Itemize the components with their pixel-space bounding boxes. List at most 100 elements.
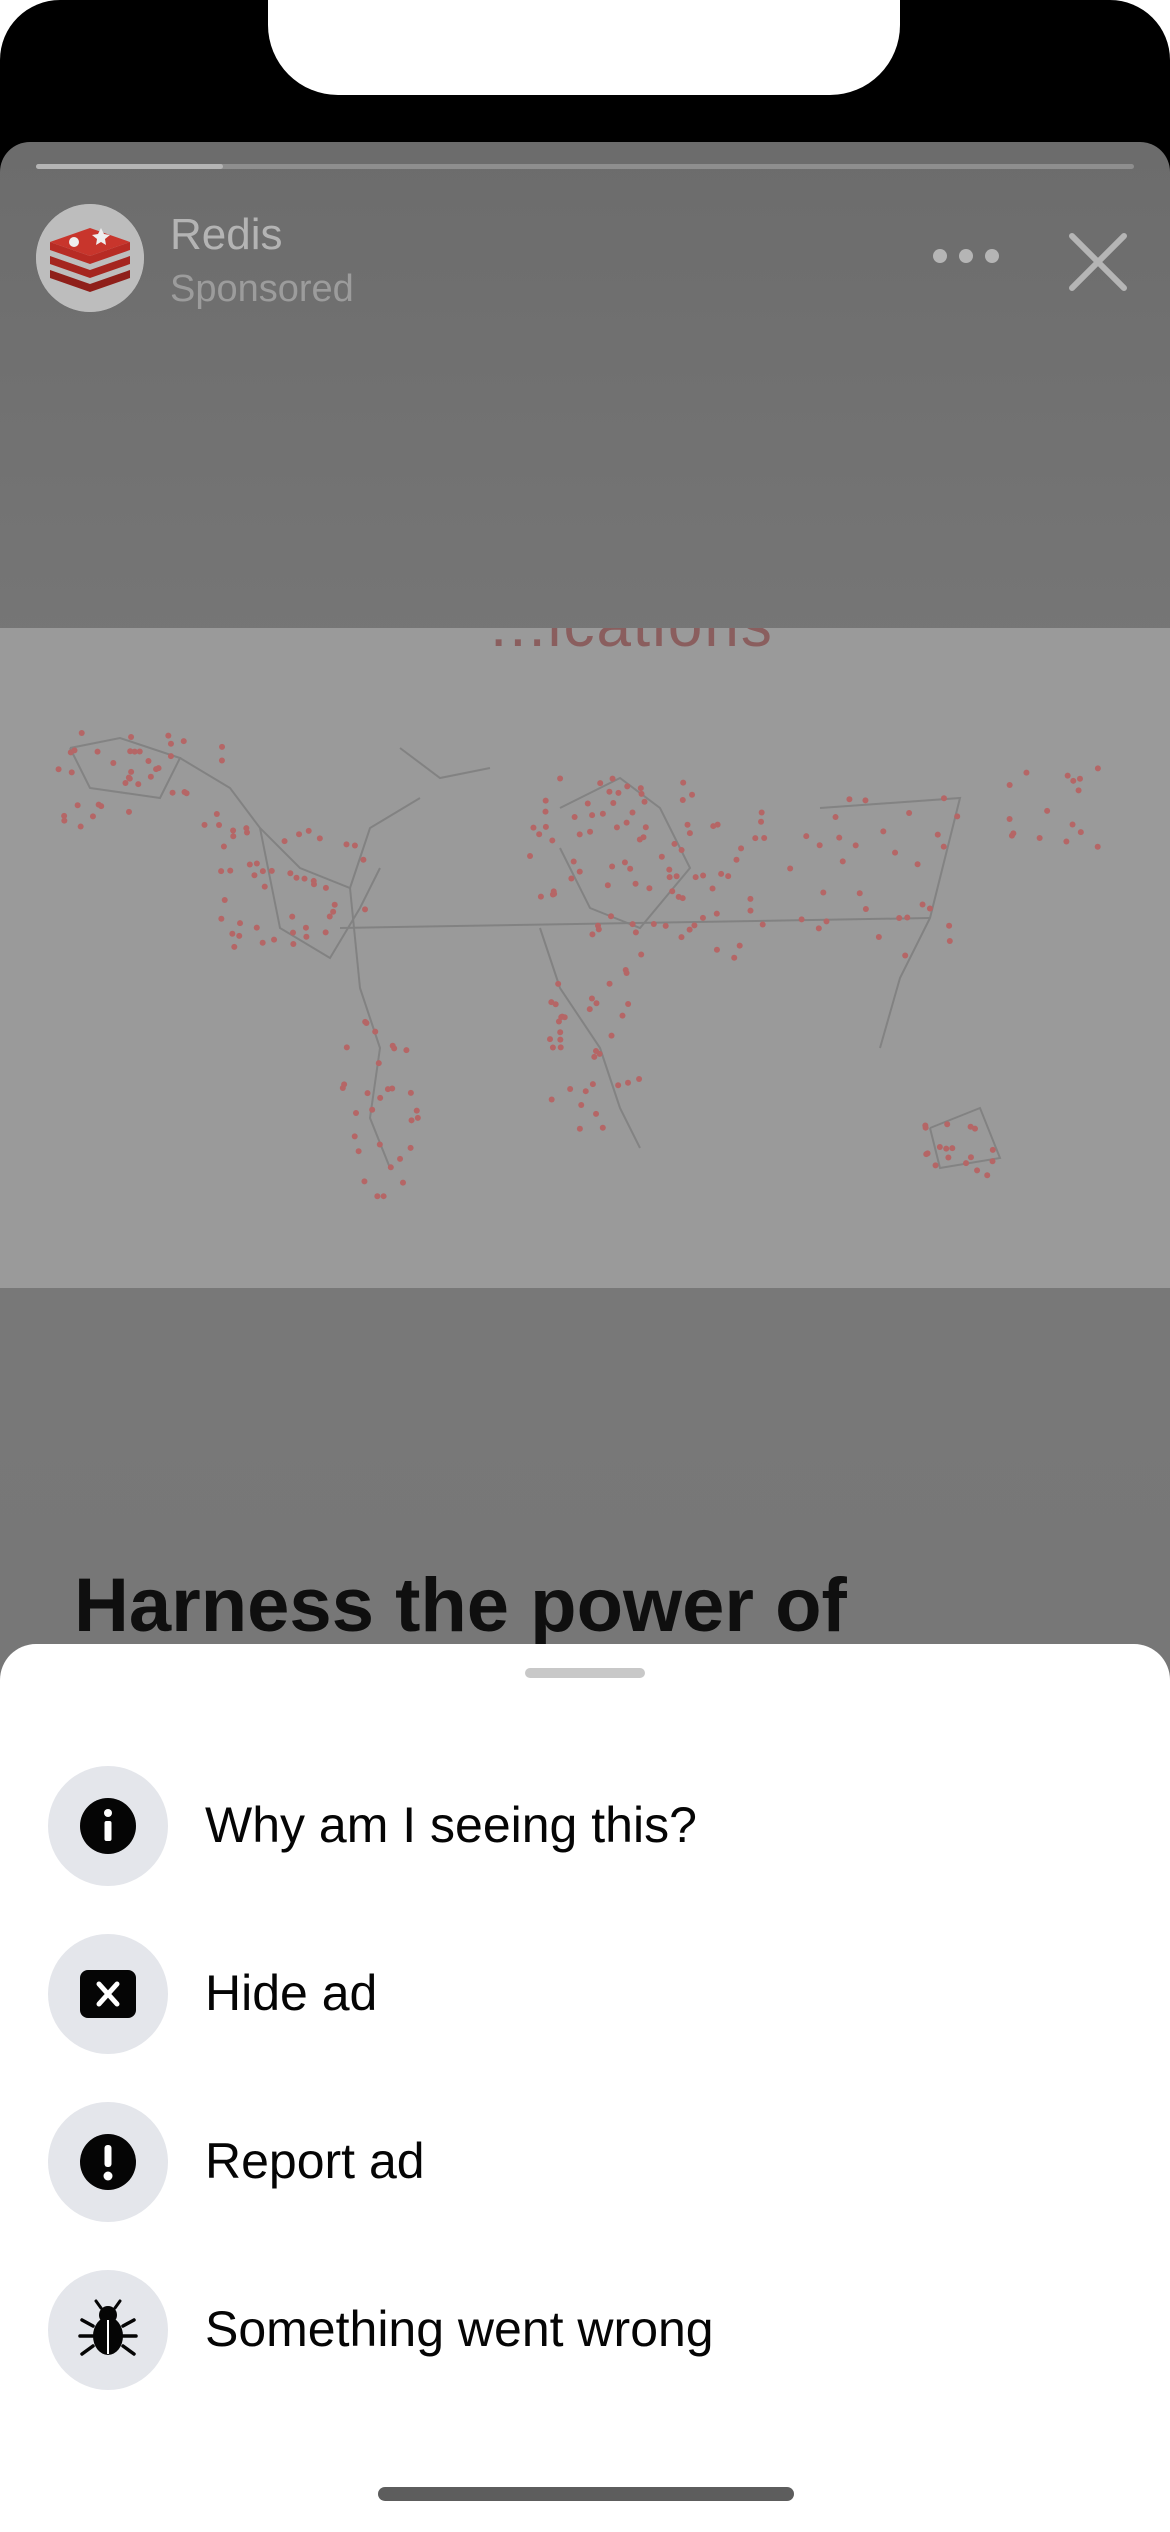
map-dot bbox=[570, 858, 577, 865]
map-dot bbox=[669, 888, 676, 895]
map-dot bbox=[946, 937, 953, 944]
sheet-grabber[interactable] bbox=[525, 1668, 645, 1678]
map-dot bbox=[361, 1178, 368, 1185]
map-dot bbox=[231, 943, 238, 950]
map-dot bbox=[1094, 765, 1101, 772]
map-dot bbox=[230, 827, 237, 834]
more-options-button[interactable] bbox=[928, 228, 1004, 284]
map-dot bbox=[408, 1117, 415, 1124]
map-dot bbox=[671, 840, 678, 847]
map-dot bbox=[1010, 830, 1017, 837]
map-dot bbox=[621, 859, 628, 866]
map-dot bbox=[322, 929, 329, 936]
map-dot bbox=[527, 852, 534, 859]
advertiser-name[interactable]: Redis bbox=[170, 210, 283, 260]
map-dot bbox=[413, 1107, 420, 1114]
map-dot bbox=[586, 1006, 593, 1013]
map-dot bbox=[662, 922, 669, 929]
menu-item-label: Report ad bbox=[205, 2133, 425, 2189]
map-dot bbox=[537, 893, 544, 900]
map-dot bbox=[1006, 781, 1013, 788]
map-dot bbox=[293, 874, 300, 881]
map-dot bbox=[220, 843, 227, 850]
map-dot bbox=[310, 881, 317, 888]
map-dot bbox=[61, 817, 68, 824]
map-dot bbox=[758, 818, 765, 825]
map-dot bbox=[68, 769, 75, 776]
map-dot bbox=[243, 825, 250, 832]
map-dot bbox=[589, 812, 596, 819]
status-bar bbox=[0, 0, 1170, 145]
map-dot bbox=[384, 1086, 391, 1093]
story-progress-fill bbox=[36, 164, 223, 169]
map-dot bbox=[709, 885, 716, 892]
map-dot bbox=[608, 1032, 615, 1039]
map-dot bbox=[218, 757, 225, 764]
map-dot bbox=[906, 810, 913, 817]
map-dot bbox=[922, 1122, 929, 1129]
map-dot bbox=[642, 824, 649, 831]
map-dot bbox=[78, 730, 85, 737]
map-dot bbox=[944, 1121, 951, 1128]
map-dot bbox=[576, 1125, 583, 1132]
map-dot bbox=[684, 821, 691, 828]
map-dot bbox=[557, 1029, 564, 1036]
map-dot bbox=[584, 800, 591, 807]
map-dot bbox=[846, 796, 853, 803]
map-dot bbox=[680, 779, 687, 786]
map-dot bbox=[128, 768, 135, 775]
map-dot bbox=[875, 934, 882, 941]
map-dot bbox=[940, 843, 947, 850]
map-dot bbox=[619, 1012, 626, 1019]
map-dot bbox=[169, 789, 176, 796]
close-icon bbox=[1069, 233, 1127, 291]
sponsored-label: Sponsored bbox=[170, 268, 354, 310]
map-dot bbox=[945, 1154, 952, 1161]
map-dot bbox=[604, 882, 611, 889]
map-dot bbox=[253, 924, 260, 931]
map-dot bbox=[699, 914, 706, 921]
map-dot bbox=[692, 874, 699, 881]
map-dot bbox=[582, 1088, 589, 1095]
map-dot bbox=[128, 734, 135, 741]
map-dot bbox=[219, 743, 226, 750]
map-dot bbox=[343, 1044, 350, 1051]
map-dot bbox=[839, 858, 846, 865]
home-indicator[interactable] bbox=[378, 2487, 794, 2501]
map-dot bbox=[568, 875, 575, 882]
map-dot bbox=[787, 865, 794, 872]
map-dot bbox=[629, 921, 636, 928]
map-dot bbox=[623, 970, 630, 977]
map-dot bbox=[803, 833, 810, 840]
map-dot bbox=[798, 916, 805, 923]
more-dots-icon bbox=[933, 249, 999, 263]
map-dot bbox=[536, 831, 543, 838]
map-dot bbox=[375, 1060, 382, 1067]
map-dot bbox=[932, 1162, 939, 1169]
map-dot bbox=[593, 1047, 600, 1054]
menu-item-why-seeing[interactable]: Why am I seeing this? bbox=[0, 1754, 1170, 1904]
menu-item-something-wrong[interactable]: Something went wrong bbox=[0, 2258, 1170, 2408]
map-dot bbox=[374, 1193, 381, 1200]
map-dot bbox=[251, 872, 258, 879]
map-dot bbox=[718, 870, 725, 877]
map-dot bbox=[147, 773, 154, 780]
map-dot bbox=[218, 915, 225, 922]
map-dot bbox=[547, 1036, 554, 1043]
menu-item-report-ad[interactable]: Report ad bbox=[0, 2090, 1170, 2240]
map-dot bbox=[364, 1090, 371, 1097]
avatar[interactable] bbox=[36, 204, 144, 312]
map-dot bbox=[658, 853, 665, 860]
map-dot bbox=[736, 942, 743, 949]
map-dot bbox=[331, 901, 338, 908]
ad-media-image[interactable]: ...ications bbox=[0, 628, 1170, 1288]
map-dot bbox=[934, 831, 941, 838]
menu-item-hide-ad[interactable]: Hide ad bbox=[0, 1922, 1170, 2072]
hide-box-icon bbox=[80, 1970, 136, 2018]
close-button[interactable] bbox=[1064, 228, 1132, 296]
map-dot bbox=[713, 946, 720, 953]
map-dot bbox=[351, 842, 358, 849]
map-dot bbox=[322, 884, 329, 891]
map-dot bbox=[914, 861, 921, 868]
map-dot bbox=[989, 1146, 996, 1153]
